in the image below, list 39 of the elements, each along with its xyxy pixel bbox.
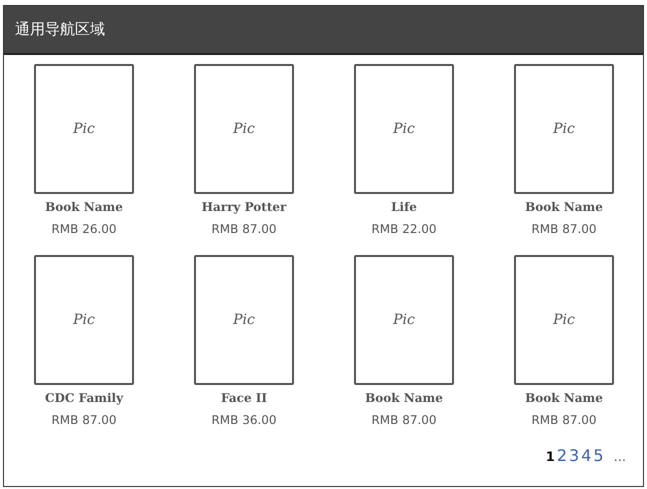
book-name[interactable]: Book Name [45,199,123,215]
book-name[interactable]: Life [391,199,417,215]
book-price: RMB 87.00 [531,412,597,428]
picture-placeholder[interactable]: Pic [34,255,134,385]
picture-placeholder[interactable]: Pic [34,64,134,194]
picture-placeholder[interactable]: Pic [354,255,454,385]
book-price: RMB 87.00 [51,412,117,428]
placeholder-label: Pic [393,310,415,330]
placeholder-label: Pic [233,120,255,138]
book-name[interactable]: Harry Potter [202,199,286,215]
picture-placeholder[interactable]: Pic [194,255,294,385]
picture-placeholder[interactable]: Pic [514,64,614,194]
book-price: RMB 22.00 [371,221,437,237]
book-price: RMB 36.00 [211,412,277,428]
header-title: 通用导航区域 [15,19,105,40]
picture-placeholder[interactable]: Pic [194,64,294,194]
book-name[interactable]: Book Name [365,390,443,406]
page-link[interactable]: 4 [581,444,592,468]
page-link[interactable]: 2 [556,444,568,468]
placeholder-label: Pic [233,310,255,330]
book-name[interactable]: Face II [221,390,267,406]
placeholder-label: Pic [73,310,95,330]
book-name[interactable]: CDC Family [44,390,124,406]
more-pages-link[interactable]: ... [614,448,626,468]
book-price: RMB 87.00 [371,412,437,428]
placeholder-label: Pic [73,120,95,138]
picture-placeholder[interactable]: Pic [354,64,454,194]
book-name[interactable]: Book Name [525,390,603,406]
page-link[interactable]: 3 [569,444,580,468]
picture-placeholder[interactable]: Pic [514,255,614,385]
placeholder-label: Pic [553,120,575,138]
book-price: RMB 26.00 [51,221,117,237]
book-price: RMB 87.00 [531,221,597,237]
placeholder-label: Pic [393,120,415,138]
book-price: RMB 87.00 [211,221,277,237]
page-link[interactable]: 1 [546,448,555,468]
book-name[interactable]: Book Name [525,199,603,215]
page-link[interactable]: 5 [593,444,604,468]
placeholder-label: Pic [553,310,575,330]
